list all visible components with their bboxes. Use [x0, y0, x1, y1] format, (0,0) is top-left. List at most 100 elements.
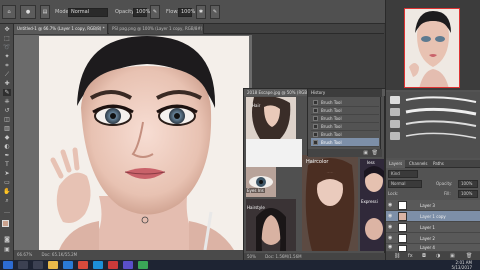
history-item-label: Brush Tool: [321, 140, 342, 145]
screen-mode-icon[interactable]: ▣: [3, 246, 11, 253]
history-item-label: Brush Tool: [321, 108, 342, 113]
tab-psi-pag[interactable]: PSI pag.png @ 100% (Layer 1 copy, RGB/8#…: [109, 24, 204, 34]
pressure-opacity-icon[interactable]: ✎: [150, 5, 160, 19]
photoshop-icon[interactable]: [93, 261, 103, 269]
ref-sketch-area: [246, 139, 302, 167]
history-brush-tool-icon[interactable]: ↺: [3, 107, 11, 114]
tab-channels[interactable]: Channels: [406, 160, 431, 168]
edge-icon[interactable]: [63, 261, 73, 269]
brush-tool-icon[interactable]: ✎: [3, 89, 11, 96]
layer-row[interactable]: ◉ Layer 3: [386, 200, 480, 211]
pressure-size-icon[interactable]: ✎: [210, 5, 220, 19]
brush-state-icon: [313, 116, 318, 121]
layer-row[interactable]: ◉ Layer 1: [386, 222, 480, 233]
trash-icon[interactable]: 🗑: [372, 150, 378, 156]
layer-thumbnail: [398, 212, 407, 221]
history-item-selected[interactable]: Brush Tool: [311, 138, 379, 147]
foreground-color-swatch[interactable]: [2, 220, 9, 227]
hand-tool-icon[interactable]: ✋: [3, 188, 11, 195]
delete-layer-icon[interactable]: 🗑: [466, 253, 472, 259]
lasso-tool-icon[interactable]: ➰: [3, 44, 11, 51]
path-select-tool-icon[interactable]: ➤: [3, 170, 11, 177]
opacity-field[interactable]: 100%: [133, 8, 150, 17]
search-icon[interactable]: [18, 261, 28, 269]
app-icon-2[interactable]: [138, 261, 148, 269]
app-icon[interactable]: [123, 261, 133, 269]
layer-row[interactable]: ◉ Layer 4: [386, 244, 480, 252]
tab-layers[interactable]: Layers: [386, 160, 406, 168]
layer-row[interactable]: ◉ Layer 2: [386, 233, 480, 244]
pen-tool-icon[interactable]: ✒: [3, 152, 11, 159]
navigator-thumbnail[interactable]: [404, 8, 460, 88]
reference-doc-size: Doc: 1.56M/1.56M: [265, 254, 302, 259]
marquee-tool-icon[interactable]: ⬚: [3, 35, 11, 42]
airbrush-icon[interactable]: ✱: [196, 5, 206, 19]
move-tool-icon[interactable]: ✥: [3, 26, 11, 33]
healing-brush-tool-icon[interactable]: ✚: [3, 80, 11, 87]
new-layer-icon[interactable]: ▣: [450, 253, 455, 259]
ref-haircolor-photo: [302, 155, 358, 251]
link-layers-icon[interactable]: ⛓: [394, 253, 400, 259]
reference-zoom-level[interactable]: 50%: [247, 254, 256, 259]
quick-select-tool-icon[interactable]: ✦: [3, 53, 11, 60]
brush-state-icon: [313, 100, 318, 105]
canvas-status-bar: 66.67% Doc: 65.1K/55.2M: [14, 250, 252, 260]
tab-paths[interactable]: Paths: [430, 160, 447, 168]
fill-label: Fill:: [444, 191, 451, 196]
more-tools-icon[interactable]: …: [3, 208, 11, 215]
document-tabs: Untitled-1 @ 66.7% (Layer 1 copy, RGB/8)…: [14, 24, 384, 34]
layer-opacity-field[interactable]: 100%: [458, 180, 478, 188]
task-view-icon[interactable]: [33, 261, 43, 269]
blend-mode-select[interactable]: Normal: [388, 180, 422, 188]
brush-preset-picker[interactable]: ●: [20, 5, 36, 19]
shape-tool-icon[interactable]: ▭: [3, 179, 11, 186]
navigator-preview-art: [405, 9, 459, 87]
visibility-eye-icon[interactable]: ◉: [388, 203, 392, 208]
mode-select[interactable]: Normal: [68, 8, 108, 17]
layers-panel: Layers Channels Paths Kind Normal Opacit…: [386, 160, 480, 260]
clone-stamp-tool-icon[interactable]: ⎈: [3, 98, 11, 105]
document-canvas[interactable]: [14, 35, 252, 250]
blur-tool-icon[interactable]: ◆: [3, 134, 11, 141]
canvas-zoom-level[interactable]: 66.67%: [17, 252, 32, 257]
layer-name: Layer 2: [420, 236, 435, 241]
chrome-icon[interactable]: [78, 261, 88, 269]
brush-presets-panel: [386, 92, 480, 158]
ref-label-haircolor: Haircolor: [306, 159, 329, 165]
visibility-eye-icon[interactable]: ◉: [388, 225, 392, 230]
system-clock[interactable]: 2:01 AM 5/13/2017: [451, 260, 472, 270]
quick-mask-icon[interactable]: ◙: [3, 236, 11, 243]
start-icon[interactable]: [3, 261, 13, 269]
visibility-eye-icon[interactable]: ◉: [388, 236, 392, 241]
eraser-tool-icon[interactable]: ◫: [3, 116, 11, 123]
flow-field[interactable]: 100%: [178, 8, 195, 17]
file-explorer-icon[interactable]: [48, 261, 58, 269]
layer-style-icon[interactable]: fx: [408, 253, 413, 259]
layer-name: Layer 1: [420, 225, 435, 230]
dodge-tool-icon[interactable]: ◐: [3, 143, 11, 150]
layer-filter-kind[interactable]: Kind: [388, 170, 418, 178]
layer-row-selected[interactable]: ◉ Layer 1 copy: [386, 211, 480, 222]
home-icon[interactable]: ⌂: [2, 5, 16, 19]
adjustment-layer-icon[interactable]: ◑: [436, 253, 440, 259]
history-panel-title[interactable]: History: [308, 89, 382, 97]
layer-mask-icon[interactable]: ◘: [422, 253, 426, 259]
zoom-tool-icon[interactable]: ⌕: [3, 197, 11, 204]
gradient-tool-icon[interactable]: ▥: [3, 125, 11, 132]
layer-thumbnail: [398, 223, 407, 232]
brush-panel-toggle-icon[interactable]: ▤: [40, 5, 50, 19]
portrait-painting[interactable]: [39, 36, 249, 250]
flow-label: Flow:: [166, 9, 179, 15]
visibility-eye-icon[interactable]: ◉: [388, 245, 392, 250]
visibility-eye-icon[interactable]: ◉: [388, 214, 392, 219]
history-panel-footer: ▣ 🗑: [308, 149, 382, 157]
layer-fill-field[interactable]: 100%: [458, 190, 478, 198]
media-app-icon[interactable]: [108, 261, 118, 269]
brush-strokes-preview: [386, 92, 480, 158]
new-snapshot-icon[interactable]: ▣: [363, 150, 368, 156]
eyedropper-tool-icon[interactable]: ⟋: [3, 71, 11, 78]
type-tool-icon[interactable]: T: [3, 161, 11, 168]
crop-tool-icon[interactable]: ⌗: [3, 62, 11, 69]
tab-untitled-1[interactable]: Untitled-1 @ 66.7% (Layer 1 copy, RGB/8)…: [14, 24, 108, 34]
layer-name: Layer 1 copy: [420, 214, 446, 219]
